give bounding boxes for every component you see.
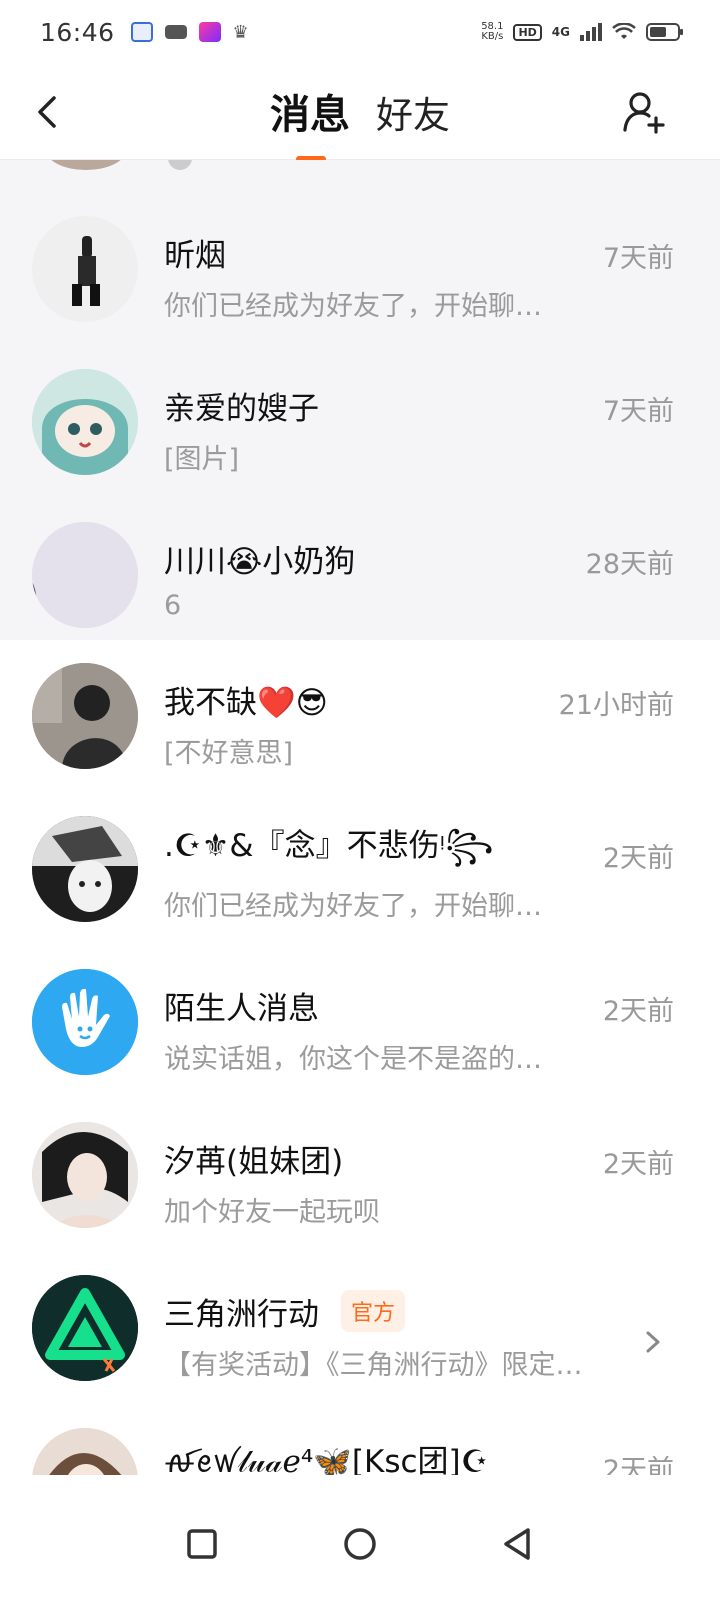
chat-time: 7天前 xyxy=(602,243,674,274)
tab-bar: 消息 好友 xyxy=(0,82,720,162)
chat-row[interactable]: 我不缺❤️😎 21小时前 [不好意思] xyxy=(0,640,720,793)
chat-time: 28天前 xyxy=(585,549,674,580)
chat-name: 陌生人消息 xyxy=(164,990,319,1027)
avatar xyxy=(46,160,126,170)
chat-preview: 你们已经成为好友了，开始聊… xyxy=(164,291,542,322)
chat-time: 2天前 xyxy=(602,1455,674,1475)
top-bar: 消息 好友 xyxy=(0,64,720,162)
chat-name: 三角洲行动 xyxy=(164,1296,319,1333)
chat-preview: 你们已经成为好友了，开始聊… xyxy=(164,891,542,922)
chat-preview: 加个好友一起玩呗 xyxy=(164,1197,380,1228)
chat-time: 7天前 xyxy=(602,396,674,427)
hand-icon xyxy=(32,969,138,1075)
chat-preview: [不好意思] xyxy=(164,738,294,769)
status-time: 16:46 xyxy=(40,17,115,47)
chat-time: 2天前 xyxy=(602,843,674,874)
stranger-avatar xyxy=(32,969,138,1075)
system-nav-bar xyxy=(0,1487,720,1600)
video-camera-icon xyxy=(164,25,187,39)
wifi-icon xyxy=(612,23,636,39)
avatar xyxy=(32,1122,138,1228)
signal-icon xyxy=(580,23,602,41)
tab-messages[interactable]: 消息 xyxy=(266,82,354,162)
crown-icon: ♛ xyxy=(232,21,249,43)
chat-row[interactable]: 昕烟 7天前 你们已经成为好友了，开始聊… xyxy=(0,170,720,323)
chat-row[interactable]: .☪︎⚜︎&『念』不悲伤ᵎ꧂ 2天前 你们已经成为好友了，开始聊… xyxy=(0,793,720,946)
chat-preview: 【有奖活动】《三角洲行动》限定… xyxy=(164,1350,583,1381)
avatar xyxy=(32,522,138,628)
chat-name: 汐苒(姐妹团) xyxy=(164,1143,344,1180)
avatar xyxy=(32,663,138,769)
battery-icon xyxy=(646,23,683,41)
chat-name: 昕烟 xyxy=(164,237,226,274)
add-friend-icon[interactable] xyxy=(620,88,668,136)
recent-apps-icon[interactable] xyxy=(178,1520,226,1568)
chat-name: 我不缺❤️😎 xyxy=(164,684,328,721)
chat-name: .☪︎⚜︎&『念』不悲伤ᵎ꧂ xyxy=(164,827,494,864)
chat-row-official[interactable]: 三角洲行动 官方 【有奖活动】《三角洲行动》限定… xyxy=(0,1252,720,1405)
avatar xyxy=(32,1428,138,1475)
avatar xyxy=(32,1275,138,1381)
status-bar: 16:46 ♛ 58.1 KB/s HD 4G xyxy=(0,0,720,64)
chat-preview: 说实话姐，你这个是不是盗的… xyxy=(164,1044,542,1075)
network-type: 4G xyxy=(551,25,570,39)
chat-name: 川川😭小奶狗 xyxy=(164,543,356,580)
tab-friends[interactable]: 好友 xyxy=(372,85,454,139)
app-notification-icon xyxy=(198,22,221,42)
chat-preview: [图片] xyxy=(164,444,240,475)
chat-row[interactable]: 汐苒(姐妹团) 2天前 加个好友一起玩呗 xyxy=(0,1099,720,1252)
avatar xyxy=(32,369,138,475)
chat-time: 21小时前 xyxy=(558,690,674,721)
chat-row[interactable]: 亲爱的嫂子 7天前 [图片] xyxy=(0,323,720,476)
chat-row[interactable]: ꫛꫀꪝ𝓁𝓊𝒶ℯ⁴🦋[Ksc团]☪ 2天前 xyxy=(0,1405,720,1475)
list-item[interactable] xyxy=(0,160,720,170)
home-icon[interactable] xyxy=(336,1520,384,1568)
network-speed-unit: KB/s xyxy=(481,31,504,42)
pinned-chats: 昕烟 7天前 你们已经成为好友了，开始聊… 亲爱的嫂子 7天前 [图片] 川川😭… xyxy=(0,160,720,640)
hd-icon: HD xyxy=(513,23,542,41)
app-notification-icon xyxy=(130,22,153,42)
avatar xyxy=(32,816,138,922)
chat-name: 亲爱的嫂子 xyxy=(164,390,319,427)
official-badge: 官方 xyxy=(341,1290,406,1332)
delta-force-logo-icon xyxy=(32,1275,138,1381)
avatar xyxy=(32,216,138,322)
chat-preview: 6 xyxy=(164,590,182,621)
chat-list: 昕烟 7天前 你们已经成为好友了，开始聊… 亲爱的嫂子 7天前 [图片] 川川😭… xyxy=(0,160,720,1475)
chat-time: 2天前 xyxy=(602,996,674,1027)
back-nav-icon[interactable] xyxy=(494,1520,542,1568)
chat-row[interactable]: 川川😭小奶狗 28天前 6 xyxy=(0,476,720,640)
chat-time: 2天前 xyxy=(602,1149,674,1180)
chat-row[interactable]: 陌生人消息 2天前 说实话姐，你这个是不是盗的… xyxy=(0,946,720,1099)
unread-dot xyxy=(168,160,192,170)
chevron-right-icon xyxy=(646,1331,660,1353)
chat-name: ꫛꫀꪝ𝓁𝓊𝒶ℯ⁴🦋[Ksc团]☪ xyxy=(164,1443,489,1476)
